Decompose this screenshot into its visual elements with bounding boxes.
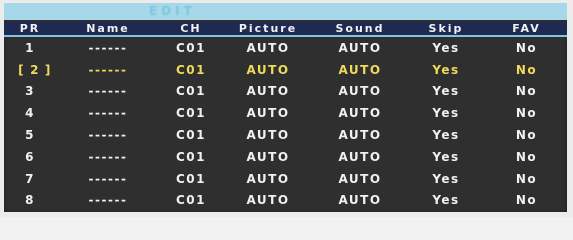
name-cell: ------ (88, 193, 128, 208)
channel-row[interactable]: 6 ------ C01 AUTO AUTO Yes No (4, 146, 567, 168)
fav-cell: No (515, 128, 538, 143)
ch-cell: C01 (175, 193, 206, 208)
fav-cell: No (515, 84, 538, 99)
channel-row[interactable]: 8 ------ C01 AUTO AUTO Yes No (4, 190, 567, 212)
fav-cell: No (515, 193, 538, 208)
channel-number-cell: 6 (25, 149, 35, 164)
header-row: PR Name CH Picture Sound Skip FAV (4, 22, 567, 37)
name-cell: ------ (88, 149, 128, 164)
skip-cell: Yes (432, 84, 460, 99)
channel-number: 2 (30, 62, 40, 77)
column-header-fav: FAV (486, 22, 567, 37)
column-header-name: Name (56, 22, 160, 37)
sound-cell: AUTO (338, 128, 382, 143)
column-header-sound: Sound (314, 22, 406, 37)
channel-row[interactable]: 1 ------ C01 AUTO AUTO Yes No (4, 36, 567, 59)
fav-cell: No (515, 40, 538, 55)
edit-menu-panel: EDIT PR Name CH Picture Sound Skip FAV 1… (4, 3, 567, 212)
ch-cell: C01 (175, 149, 206, 164)
sound-cell: AUTO (338, 62, 382, 77)
ch-cell: C01 (175, 62, 206, 77)
fav-cell: No (515, 149, 538, 164)
sound-cell: AUTO (338, 84, 382, 99)
ch-cell: C01 (175, 106, 206, 121)
title-bar: EDIT (4, 3, 567, 20)
channel-row[interactable]: 5 ------ C01 AUTO AUTO Yes No (4, 124, 567, 146)
menu-title: EDIT (149, 4, 196, 18)
fav-cell: No (515, 106, 538, 121)
channel-number-cell: 7 (25, 171, 35, 186)
ch-cell: C01 (175, 128, 206, 143)
channel-number-cell: 5 (25, 128, 35, 143)
channel-number-cell: [2] (4, 59, 56, 81)
skip-cell: Yes (432, 62, 460, 77)
picture-cell: AUTO (246, 84, 290, 99)
name-cell: ------ (88, 62, 128, 77)
tv-screen: EDIT PR Name CH Picture Sound Skip FAV 1… (0, 0, 573, 217)
skip-cell: Yes (432, 128, 460, 143)
picture-cell: AUTO (246, 40, 290, 55)
column-header-pr: PR (4, 22, 56, 37)
name-cell: ------ (88, 106, 128, 121)
skip-cell: Yes (432, 171, 460, 186)
ch-cell: C01 (175, 171, 206, 186)
channel-number-cell: 8 (25, 193, 35, 208)
sound-cell: AUTO (338, 149, 382, 164)
channel-row[interactable]: [2] ------ C01 AUTO AUTO Yes No (4, 59, 567, 81)
fav-cell: No (515, 171, 538, 186)
channel-number-cell: 4 (25, 106, 35, 121)
skip-cell: Yes (432, 106, 460, 121)
skip-cell: Yes (432, 40, 460, 55)
selection-bracket-left: [ (18, 62, 26, 77)
picture-cell: AUTO (246, 171, 290, 186)
picture-cell: AUTO (246, 106, 290, 121)
channel-row[interactable]: 7 ------ C01 AUTO AUTO Yes No (4, 168, 567, 190)
column-header-skip: Skip (406, 22, 486, 37)
name-cell: ------ (88, 171, 128, 186)
sound-cell: AUTO (338, 171, 382, 186)
picture-cell: AUTO (246, 193, 290, 208)
column-header-ch: CH (160, 22, 222, 37)
fav-cell: No (515, 62, 538, 77)
channel-row[interactable]: 3 ------ C01 AUTO AUTO Yes No (4, 81, 567, 103)
channel-table: PR Name CH Picture Sound Skip FAV 1 -----… (4, 22, 567, 211)
picture-cell: AUTO (246, 128, 290, 143)
channel-list: 1 ------ C01 AUTO AUTO Yes No [2] ------ C01 AUTO A… (4, 36, 567, 211)
skip-cell: Yes (432, 149, 460, 164)
sound-cell: AUTO (338, 193, 382, 208)
name-cell: ------ (88, 40, 128, 55)
sound-cell: AUTO (338, 40, 382, 55)
sound-cell: AUTO (338, 106, 382, 121)
channel-number-cell: 3 (25, 84, 35, 99)
column-header-picture: Picture (222, 22, 314, 37)
name-cell: ------ (88, 84, 128, 99)
skip-cell: Yes (432, 193, 460, 208)
picture-cell: AUTO (246, 149, 290, 164)
name-cell: ------ (88, 128, 128, 143)
channel-number-cell: 1 (25, 40, 35, 55)
channel-row[interactable]: 4 ------ C01 AUTO AUTO Yes No (4, 102, 567, 124)
ch-cell: C01 (175, 40, 206, 55)
picture-cell: AUTO (246, 62, 290, 77)
ch-cell: C01 (175, 84, 206, 99)
selection-bracket-right: ] (44, 62, 52, 77)
